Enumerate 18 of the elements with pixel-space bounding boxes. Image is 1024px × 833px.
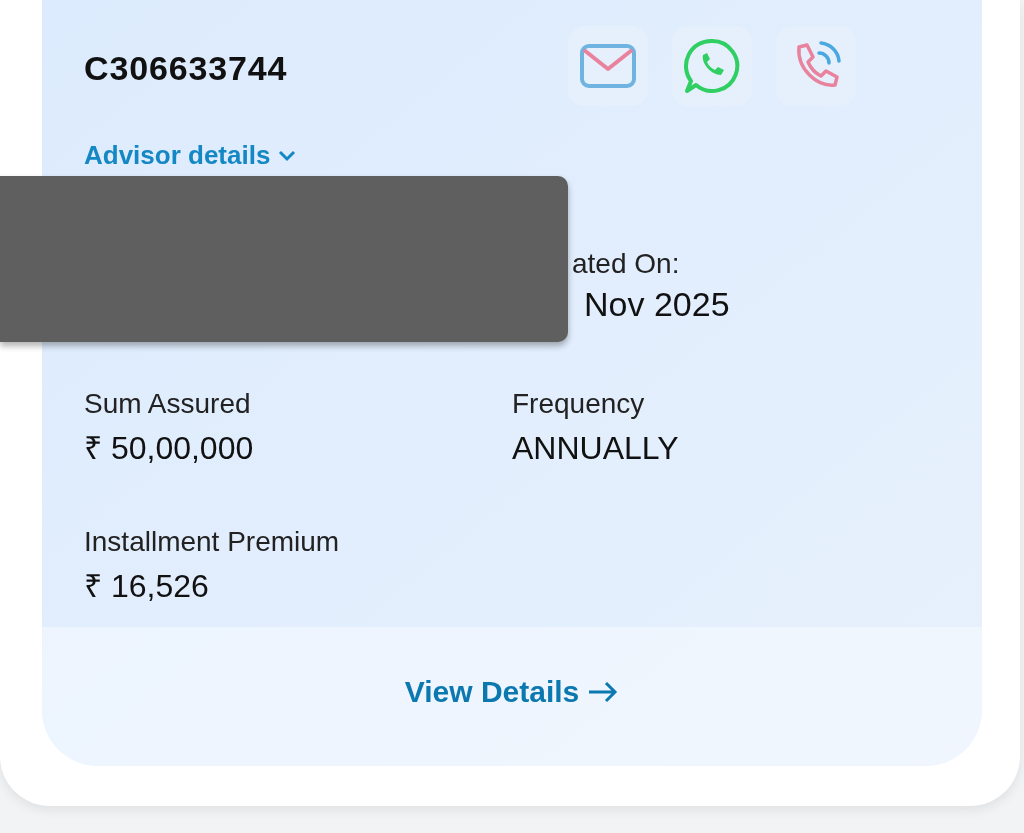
chevron-down-icon xyxy=(278,149,297,162)
field-value: ANNUALLY xyxy=(512,429,679,468)
field-value: ₹ 16,526 xyxy=(84,566,209,606)
advisor-details-link[interactable]: Advisor details xyxy=(84,136,297,175)
field-label: Frequency xyxy=(512,387,645,421)
chat-button[interactable] xyxy=(672,26,752,106)
field-label: Sum Assured xyxy=(84,387,251,421)
email-button[interactable] xyxy=(568,26,648,106)
mail-icon xyxy=(579,42,637,90)
call-button[interactable] xyxy=(776,26,856,106)
chat-phone-icon xyxy=(683,37,741,95)
view-details-link[interactable]: View Details xyxy=(404,669,620,714)
field-label: ated On: xyxy=(572,247,680,281)
field-label: Installment Premium xyxy=(84,524,340,559)
field-value: Nov 2025 xyxy=(584,284,730,325)
field-value: ₹ 50,00,000 xyxy=(84,429,254,468)
policy-number: C306633744 xyxy=(84,47,289,89)
arrow-right-icon xyxy=(587,679,620,704)
